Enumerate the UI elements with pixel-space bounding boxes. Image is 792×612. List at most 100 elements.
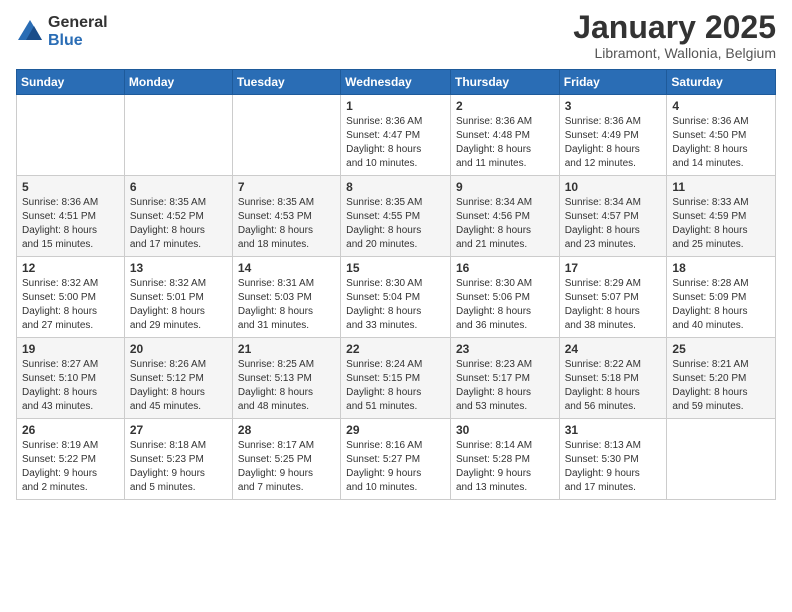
calendar-cell: 3Sunrise: 8:36 AM Sunset: 4:49 PM Daylig… [559, 95, 667, 176]
day-number: 25 [672, 342, 770, 356]
calendar-cell: 18Sunrise: 8:28 AM Sunset: 5:09 PM Dayli… [667, 257, 776, 338]
calendar-cell: 28 Sunrise: 8:17 AM Sunset: 5:25 PM Dayli… [232, 419, 340, 500]
calendar-cell: 6 Sunrise: 8:35 AM Sunset: 4:52 PM Daylig… [124, 176, 232, 257]
logo: General Blue [16, 14, 108, 49]
calendar-cell: 23Sunrise: 8:23 AM Sunset: 5:17 PM Dayli… [450, 338, 559, 419]
day-number: 27 [130, 423, 227, 437]
calendar-cell: 27 Sunrise: 8:18 AM Sunset: 5:23 PM Dayli… [124, 419, 232, 500]
month-title: January 2025 [573, 10, 776, 45]
day-info: Sunrise: 8:33 AM Sunset: 4:59 PM Dayligh… [672, 196, 770, 252]
day-number: 28 [238, 423, 335, 437]
day-number: 21 [238, 342, 335, 356]
day-info: Sunrise: 8:30 AM Sunset: 5:04 PM Dayligh… [346, 277, 445, 333]
day-info: Sunrise: 8:27 AM Sunset: 5:10 PM Dayligh… [22, 358, 119, 414]
day-info: Sunrise: 8:24 AM Sunset: 5:15 PM Dayligh… [346, 358, 445, 414]
calendar-cell: 10 Sunrise: 8:34 AM Sunset: 4:57 PM Dayli… [559, 176, 667, 257]
day-info: Sunrise: 8:36 AM Sunset: 4:51 PM Dayligh… [22, 196, 119, 252]
day-info: Sunrise: 8:28 AM Sunset: 5:09 PM Dayligh… [672, 277, 770, 333]
calendar-cell: 12Sunrise: 8:32 AM Sunset: 5:00 PM Dayli… [17, 257, 125, 338]
title-block: January 2025 Libramont, Wallonia, Belgiu… [573, 10, 776, 61]
calendar-cell: 29 Sunrise: 8:16 AM Sunset: 5:27 PM Dayli… [341, 419, 451, 500]
calendar-cell: 8 Sunrise: 8:35 AM Sunset: 4:55 PM Daylig… [341, 176, 451, 257]
day-info: Sunrise: 8:14 AM Sunset: 5:28 PM Dayligh… [456, 439, 554, 495]
calendar: SundayMondayTuesdayWednesdayThursdayFrid… [16, 69, 776, 500]
calendar-header-friday: Friday [559, 70, 667, 95]
day-number: 10 [565, 180, 662, 194]
header: General Blue January 2025 Libramont, Wal… [16, 10, 776, 61]
calendar-cell: 30 Sunrise: 8:14 AM Sunset: 5:28 PM Dayli… [450, 419, 559, 500]
day-info: Sunrise: 8:22 AM Sunset: 5:18 PM Dayligh… [565, 358, 662, 414]
calendar-cell [17, 95, 125, 176]
day-info: Sunrise: 8:36 AM Sunset: 4:50 PM Dayligh… [672, 115, 770, 171]
calendar-cell: 11Sunrise: 8:33 AM Sunset: 4:59 PM Dayli… [667, 176, 776, 257]
calendar-cell: 25 Sunrise: 8:21 AM Sunset: 5:20 PM Dayli… [667, 338, 776, 419]
calendar-cell: 1 Sunrise: 8:36 AM Sunset: 4:47 PM Daylig… [341, 95, 451, 176]
day-number: 12 [22, 261, 119, 275]
day-info: Sunrise: 8:26 AM Sunset: 5:12 PM Dayligh… [130, 358, 227, 414]
calendar-cell: 16Sunrise: 8:30 AM Sunset: 5:06 PM Dayli… [450, 257, 559, 338]
calendar-cell: 7 Sunrise: 8:35 AM Sunset: 4:53 PM Daylig… [232, 176, 340, 257]
day-info: Sunrise: 8:35 AM Sunset: 4:53 PM Dayligh… [238, 196, 335, 252]
day-info: Sunrise: 8:32 AM Sunset: 5:01 PM Dayligh… [130, 277, 227, 333]
day-info: Sunrise: 8:34 AM Sunset: 4:57 PM Dayligh… [565, 196, 662, 252]
day-number: 1 [346, 99, 445, 113]
location: Libramont, Wallonia, Belgium [573, 45, 776, 61]
day-info: Sunrise: 8:21 AM Sunset: 5:20 PM Dayligh… [672, 358, 770, 414]
day-number: 5 [22, 180, 119, 194]
calendar-cell: 21 Sunrise: 8:25 AM Sunset: 5:13 PM Dayli… [232, 338, 340, 419]
day-info: Sunrise: 8:34 AM Sunset: 4:56 PM Dayligh… [456, 196, 554, 252]
day-info: Sunrise: 8:35 AM Sunset: 4:52 PM Dayligh… [130, 196, 227, 252]
calendar-week-2: 5 Sunrise: 8:36 AM Sunset: 4:51 PM Daylig… [17, 176, 776, 257]
day-number: 2 [456, 99, 554, 113]
calendar-cell: 4Sunrise: 8:36 AM Sunset: 4:50 PM Daylig… [667, 95, 776, 176]
day-number: 13 [130, 261, 227, 275]
calendar-header-monday: Monday [124, 70, 232, 95]
logo-general: General [48, 14, 108, 32]
calendar-cell: 14 Sunrise: 8:31 AM Sunset: 5:03 PM Dayli… [232, 257, 340, 338]
calendar-cell [232, 95, 340, 176]
calendar-header-wednesday: Wednesday [341, 70, 451, 95]
day-info: Sunrise: 8:16 AM Sunset: 5:27 PM Dayligh… [346, 439, 445, 495]
day-number: 29 [346, 423, 445, 437]
calendar-cell: 15 Sunrise: 8:30 AM Sunset: 5:04 PM Dayli… [341, 257, 451, 338]
calendar-cell: 17Sunrise: 8:29 AM Sunset: 5:07 PM Dayli… [559, 257, 667, 338]
day-number: 19 [22, 342, 119, 356]
day-number: 24 [565, 342, 662, 356]
calendar-week-4: 19 Sunrise: 8:27 AM Sunset: 5:10 PM Dayli… [17, 338, 776, 419]
day-number: 14 [238, 261, 335, 275]
day-number: 6 [130, 180, 227, 194]
day-info: Sunrise: 8:13 AM Sunset: 5:30 PM Dayligh… [565, 439, 662, 495]
calendar-header-saturday: Saturday [667, 70, 776, 95]
calendar-cell: 20 Sunrise: 8:26 AM Sunset: 5:12 PM Dayli… [124, 338, 232, 419]
day-number: 30 [456, 423, 554, 437]
day-number: 7 [238, 180, 335, 194]
day-info: Sunrise: 8:36 AM Sunset: 4:48 PM Dayligh… [456, 115, 554, 171]
calendar-cell: 31 Sunrise: 8:13 AM Sunset: 5:30 PM Dayli… [559, 419, 667, 500]
day-info: Sunrise: 8:25 AM Sunset: 5:13 PM Dayligh… [238, 358, 335, 414]
day-info: Sunrise: 8:19 AM Sunset: 5:22 PM Dayligh… [22, 439, 119, 495]
day-number: 22 [346, 342, 445, 356]
day-info: Sunrise: 8:36 AM Sunset: 4:47 PM Dayligh… [346, 115, 445, 171]
day-number: 20 [130, 342, 227, 356]
calendar-header-thursday: Thursday [450, 70, 559, 95]
day-info: Sunrise: 8:30 AM Sunset: 5:06 PM Dayligh… [456, 277, 554, 333]
day-number: 8 [346, 180, 445, 194]
day-number: 3 [565, 99, 662, 113]
calendar-header-tuesday: Tuesday [232, 70, 340, 95]
day-info: Sunrise: 8:18 AM Sunset: 5:23 PM Dayligh… [130, 439, 227, 495]
day-number: 15 [346, 261, 445, 275]
calendar-cell: 24 Sunrise: 8:22 AM Sunset: 5:18 PM Dayli… [559, 338, 667, 419]
calendar-week-1: 1 Sunrise: 8:36 AM Sunset: 4:47 PM Daylig… [17, 95, 776, 176]
page: General Blue January 2025 Libramont, Wal… [0, 0, 792, 612]
calendar-cell: 9Sunrise: 8:34 AM Sunset: 4:56 PM Daylig… [450, 176, 559, 257]
day-info: Sunrise: 8:31 AM Sunset: 5:03 PM Dayligh… [238, 277, 335, 333]
calendar-header-row: SundayMondayTuesdayWednesdayThursdayFrid… [17, 70, 776, 95]
day-info: Sunrise: 8:29 AM Sunset: 5:07 PM Dayligh… [565, 277, 662, 333]
day-number: 26 [22, 423, 119, 437]
logo-icon [16, 18, 44, 46]
day-info: Sunrise: 8:17 AM Sunset: 5:25 PM Dayligh… [238, 439, 335, 495]
calendar-cell: 19 Sunrise: 8:27 AM Sunset: 5:10 PM Dayli… [17, 338, 125, 419]
calendar-cell [124, 95, 232, 176]
day-info: Sunrise: 8:35 AM Sunset: 4:55 PM Dayligh… [346, 196, 445, 252]
day-number: 31 [565, 423, 662, 437]
